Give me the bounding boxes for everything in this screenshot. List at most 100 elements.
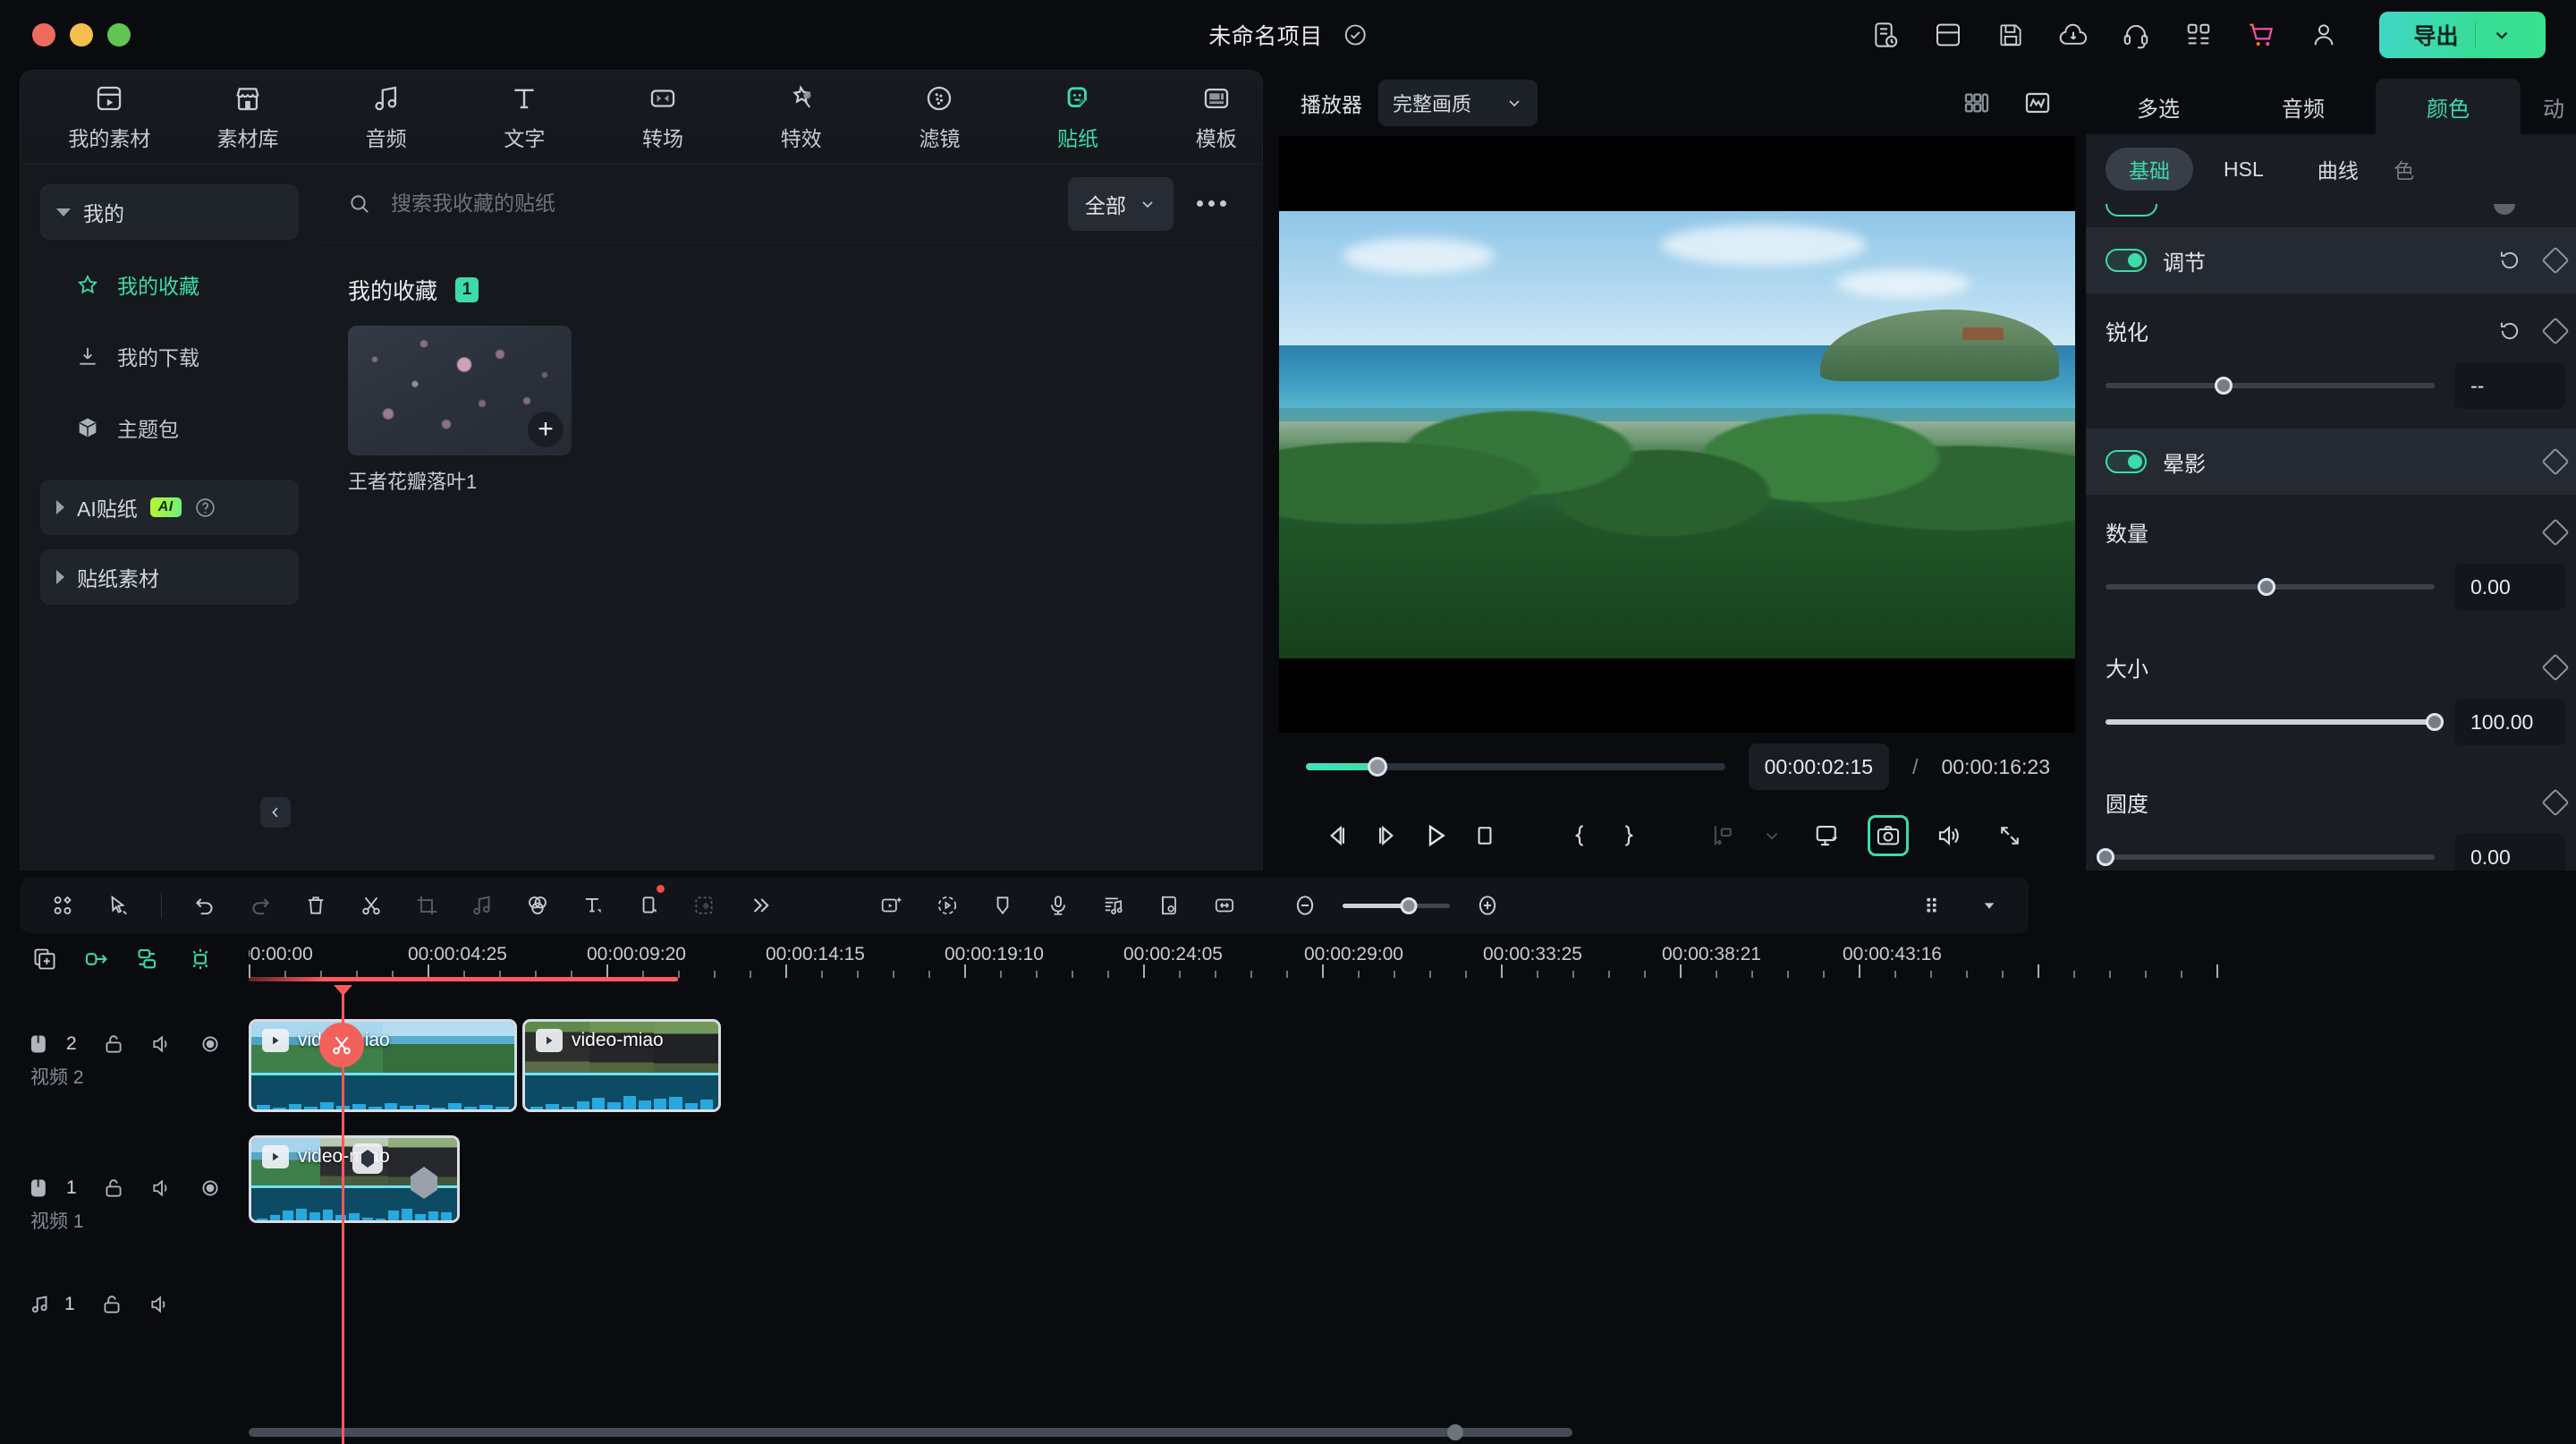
fit-width-icon[interactable] xyxy=(1207,888,1242,923)
timeline-hscrollbar[interactable] xyxy=(249,1428,2556,1437)
sharpen-slider[interactable] xyxy=(2106,383,2435,388)
account-icon[interactable] xyxy=(2306,17,2342,53)
cursor-icon[interactable] xyxy=(100,888,136,923)
sidebar-group-mine[interactable]: 我的 xyxy=(40,184,299,240)
redo-icon[interactable] xyxy=(242,888,278,923)
ruler-scale[interactable]: 00:00:00 00:00:04:25 00:00:09:20 00:00:1… xyxy=(249,933,2576,985)
tab-my-media[interactable]: 我的素材 xyxy=(64,83,156,152)
amount-slider[interactable] xyxy=(2106,584,2435,590)
effect-badge-icon[interactable] xyxy=(352,1143,383,1174)
timeline-ruler[interactable]: 00:00:00 00:00:04:25 00:00:09:20 00:00:1… xyxy=(249,933,2576,985)
zoom-slider[interactable] xyxy=(1343,904,1450,908)
play-icon[interactable] xyxy=(1421,815,1451,856)
lock-icon[interactable] xyxy=(100,1293,123,1316)
brace-left-icon[interactable] xyxy=(1564,815,1594,856)
tab-effects[interactable]: 特效 xyxy=(755,83,847,152)
mute-icon[interactable] xyxy=(150,1032,174,1056)
layout-icon[interactable] xyxy=(1930,17,1966,53)
subtab-curves[interactable]: 曲线 xyxy=(2294,148,2382,191)
timeline-clip[interactable]: video-miao xyxy=(249,1135,460,1223)
roundness-value[interactable]: 0.00 xyxy=(2454,834,2565,871)
reset-icon[interactable] xyxy=(2497,319,2522,344)
size-value[interactable]: 100.00 xyxy=(2454,699,2565,745)
camera-icon[interactable] xyxy=(1868,815,1909,856)
crop-icon[interactable] xyxy=(409,888,445,923)
sidebar-group-ai-sticker[interactable]: AI贴纸 AI xyxy=(40,480,299,535)
mute-icon[interactable] xyxy=(150,1176,174,1200)
maximize-window-button[interactable] xyxy=(107,23,131,47)
tab-stock-library[interactable]: 素材库 xyxy=(202,83,294,152)
group-icon[interactable] xyxy=(136,947,161,972)
headset-icon[interactable] xyxy=(2118,17,2154,53)
waveform-icon[interactable] xyxy=(2020,85,2055,121)
playhead-handle[interactable] xyxy=(334,985,353,996)
sticker-card[interactable]: + 王者花瓣落叶1 xyxy=(348,326,572,495)
keyframe-diamond-icon[interactable] xyxy=(2541,518,2569,546)
amount-value[interactable]: 0.00 xyxy=(2454,564,2565,610)
subtab-basic[interactable]: 基础 xyxy=(2106,148,2193,191)
tab-template[interactable]: 模板 xyxy=(1170,83,1262,152)
filter-select[interactable]: 全部 xyxy=(1068,177,1174,231)
track-clips-area[interactable]: video-miao xyxy=(249,985,2576,1444)
split-at-playhead-button[interactable] xyxy=(319,1023,364,1067)
next-frame-icon[interactable] xyxy=(1371,815,1401,856)
stop-icon[interactable] xyxy=(1470,815,1500,856)
lock-icon[interactable] xyxy=(102,1176,125,1200)
tab-animation[interactable]: 动 xyxy=(2521,79,2576,134)
keyframe-diamond-icon[interactable] xyxy=(2541,447,2569,475)
mic-icon[interactable] xyxy=(1040,888,1076,923)
search-box[interactable] xyxy=(348,191,1054,216)
dot-grid-icon[interactable] xyxy=(1916,888,1952,923)
save-icon[interactable] xyxy=(1993,17,2029,53)
beat-icon[interactable] xyxy=(1096,888,1131,923)
zoom-in-button[interactable] xyxy=(1470,888,1505,923)
brace-right-icon[interactable] xyxy=(1614,815,1643,856)
shield-icon[interactable] xyxy=(985,888,1021,923)
adjust-toggle[interactable] xyxy=(2106,249,2147,272)
vignette-toggle[interactable] xyxy=(2106,450,2147,473)
trash-icon[interactable] xyxy=(298,888,334,923)
sidebar-group-sticker-assets[interactable]: 贴纸素材 xyxy=(40,549,299,605)
tab-color[interactable]: 颜色 xyxy=(2376,79,2521,134)
lock-icon[interactable] xyxy=(102,1032,125,1056)
preview-scrubber[interactable] xyxy=(1306,763,1725,770)
sharpen-value[interactable]: -- xyxy=(2454,362,2565,409)
chevrons-right-icon[interactable] xyxy=(741,888,777,923)
chevron-down-icon[interactable] xyxy=(2492,25,2512,45)
speaker-icon[interactable] xyxy=(1928,815,1970,856)
keyframe-diamond-icon[interactable] xyxy=(2541,317,2569,344)
expand-icon[interactable] xyxy=(1989,815,2030,856)
subtab-color-wheel[interactable]: 色 xyxy=(2389,148,2419,191)
music-note-icon[interactable] xyxy=(464,888,500,923)
tab-multiselect[interactable]: 多选 xyxy=(2086,79,2231,134)
tab-filter[interactable]: 滤镜 xyxy=(894,83,986,152)
scissors-icon[interactable] xyxy=(353,888,389,923)
properties-scroll-area[interactable]: 调节 锐化 xyxy=(2086,204,2576,871)
tab-transition[interactable]: 转场 xyxy=(617,83,709,152)
reset-icon[interactable] xyxy=(2497,248,2522,273)
tab-text[interactable]: 文字 xyxy=(479,83,571,152)
roundness-slider[interactable] xyxy=(2106,854,2435,860)
timeline-clip[interactable]: video-miao xyxy=(522,1019,721,1112)
eye-icon[interactable] xyxy=(199,1032,222,1056)
more-dots-icon[interactable] xyxy=(1188,200,1235,207)
chevron-down-icon[interactable] xyxy=(1758,815,1787,856)
caret-down-icon[interactable] xyxy=(1971,888,2007,923)
marker-icon[interactable] xyxy=(1151,888,1187,923)
cart-icon[interactable] xyxy=(2243,17,2279,53)
help-icon[interactable] xyxy=(194,497,216,519)
mute-icon[interactable] xyxy=(148,1293,172,1316)
tab-audio[interactable]: 音频 xyxy=(340,83,432,152)
subtab-hsl[interactable]: HSL xyxy=(2200,148,2287,191)
color-rings-icon[interactable] xyxy=(520,888,555,923)
plus-icon[interactable]: + xyxy=(528,412,564,447)
sidebar-item-downloads[interactable]: 我的下载 xyxy=(40,320,299,392)
layout-grid-icon[interactable] xyxy=(45,888,80,923)
zoom-out-button[interactable] xyxy=(1287,888,1323,923)
link-icon[interactable] xyxy=(84,947,109,972)
size-slider[interactable] xyxy=(2106,719,2435,725)
sidebar-item-favorites[interactable]: 我的收藏 xyxy=(40,249,299,320)
eye-icon[interactable] xyxy=(199,1176,222,1200)
prev-frame-icon[interactable] xyxy=(1322,815,1352,856)
timeline-clip[interactable]: video-miao xyxy=(249,1019,517,1112)
